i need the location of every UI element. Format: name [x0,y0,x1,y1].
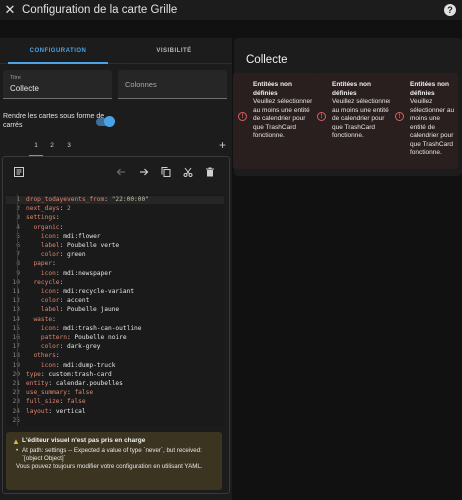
code-text: paper: [26,260,56,268]
subtab-1[interactable]: 1 [29,142,43,157]
code-text: others: [26,352,60,360]
code-line[interactable]: 23full_size: false [6,398,224,406]
code-line[interactable]: 25 [6,417,224,425]
code-icon[interactable] [13,166,25,178]
code-text: layout: vertical [26,407,86,415]
code-text: entity: calendar.poubelles [26,380,123,387]
subtab-3[interactable]: 3 [62,142,76,149]
delete-icon[interactable] [204,166,216,178]
code-text: type: custom:trash-card [26,370,112,378]
code-text: use_summary: false [26,389,94,397]
code-text: color: accent [26,297,90,305]
code-line[interactable]: 14 waste: [6,316,224,324]
copy-icon[interactable] [160,166,172,178]
error-icon: ! [317,112,326,121]
square-cards-toggle[interactable] [96,116,115,127]
code-text: organic: [26,223,64,231]
cut-icon[interactable] [182,166,194,178]
code-line[interactable]: 9 icon: mdi:newspaper [6,270,224,278]
help-icon[interactable]: ? [444,4,456,16]
code-text: recycle: [26,278,64,286]
warning-body: • At path: settings -- Expected a value o… [16,447,216,471]
code-line[interactable]: 15 icon: mdi:trash-can-outline [6,325,224,333]
error-title: Entitées non définies [253,81,293,97]
yaml-editor[interactable]: 1 drop_todayevents_from: "22:00:00" 2 next_… [6,194,224,426]
redo-icon[interactable] [138,166,150,178]
close-icon[interactable]: ✕ [0,0,20,20]
code-line[interactable]: 5 icon: mdi:flower [6,233,224,241]
error-card: ! Entitées non définies Veuillez sélecti… [233,73,315,169]
warning-icon: ▲ [12,437,20,446]
tab-visibility[interactable]: VISIBILITÉ [116,38,232,63]
tab-configuration[interactable]: CONFIGURATION [0,38,116,64]
code-text: next_days: 2 [26,205,71,213]
code-text: color: dark-grey [26,343,101,351]
undo-icon[interactable] [115,166,127,178]
title-field-label: Titre [10,75,21,81]
code-line[interactable]: 7 color: green [6,251,224,259]
code-text: label: Poubelle verte [26,242,120,249]
error-title: Entitées non définies [410,81,450,97]
code-line[interactable]: 12 color: accent [6,297,224,305]
warning-bullet-text: At path: settings -- Expected a value of… [22,447,202,462]
code-text: icon: mdi:flower [26,232,101,240]
code-text: color: green [26,251,86,259]
title-field[interactable]: Titre Collecte [3,70,112,99]
error-body: Veuillez sélectionner au moins une entit… [332,98,392,139]
warning-title: L'éditeur visuel n'est pas pris en charg… [22,437,146,444]
code-text: label: Poubelle jaune [26,306,120,314]
warning-bullet: • At path: settings -- Expected a value o… [16,447,202,462]
code-text: drop_todayevents_from: "22:00:00" [26,196,149,203]
code-line[interactable]: 4 organic: [6,224,224,232]
code-line[interactable]: 3 settings: [6,214,224,222]
code-line[interactable]: 17 color: dark-grey [6,343,224,351]
columns-field-placeholder: Colonnes [125,80,157,89]
code-line[interactable]: 1 drop_todayevents_from: "22:00:00" [6,196,224,205]
code-line[interactable]: 16 pattern: Poubelle noire [6,334,224,342]
editor-toolbar [3,162,229,184]
code-line[interactable]: 20type: custom:trash-card [6,371,224,379]
error-icon: ! [395,112,404,121]
code-line[interactable]: 8 paper: [6,260,224,268]
code-text: settings: [26,214,60,222]
dialog-title: Configuration de la carte Grille [22,4,178,16]
code-line[interactable]: 6 label: Poubelle verte [6,242,224,250]
code-line[interactable]: 13 label: Poubelle jaune [6,306,224,314]
dialog-header: ✕ Configuration de la carte Grille ? [0,0,462,20]
error-icon: ! [238,112,247,121]
code-text: icon: mdi:trash-can-outline [26,324,142,332]
visual-editor-warning: ▲ L'éditeur visuel n'est pas pris en cha… [6,432,222,490]
line-gutter [17,194,18,426]
columns-field[interactable]: Colonnes [118,70,227,99]
error-card: ! Entitées non définies Veuillez sélecti… [312,73,394,169]
subtab-2[interactable]: 2 [45,142,59,149]
add-card-button[interactable]: + [219,138,226,152]
error-title: Entitées non définies [332,81,372,97]
card-subtabs: 1 2 3 + [0,138,232,158]
error-body: Veuillez sélectionner au moins une entit… [410,98,455,156]
code-text: pattern: Poubelle noire [26,334,127,341]
code-text: full_size: false [26,398,86,406]
code-line[interactable]: 2 next_days: 2 [6,205,224,213]
code-line[interactable]: 11 icon: mdi:recycle-variant [6,288,224,296]
code-text: icon: mdi:dump-truck [26,361,116,369]
code-text: icon: mdi:newspaper [26,269,112,277]
warning-footer: Vous pouvez toujours modifier votre conf… [16,463,203,470]
code-line[interactable]: 21entity: calendar.poubelles [6,380,224,388]
title-field-value[interactable]: Collecte [10,84,39,93]
code-line[interactable]: 19 icon: mdi:dump-truck [6,362,224,370]
code-text: waste: [26,315,56,323]
code-text: icon: mdi:recycle-variant [26,288,135,295]
code-line[interactable]: 18 others: [6,352,224,360]
code-line[interactable]: 10 recycle: [6,279,224,287]
preview-title: Collecte [246,54,288,66]
error-card: ! Entitées non définies Veuillez sélecti… [390,73,458,169]
editor-tabs: CONFIGURATION VISIBILITÉ [0,38,232,64]
code-line[interactable]: 24layout: vertical [6,408,224,416]
error-body: Veuillez sélectionner au moins une entit… [253,98,313,139]
toggle-knob [104,116,115,127]
code-line[interactable]: 22use_summary: false [6,389,224,397]
